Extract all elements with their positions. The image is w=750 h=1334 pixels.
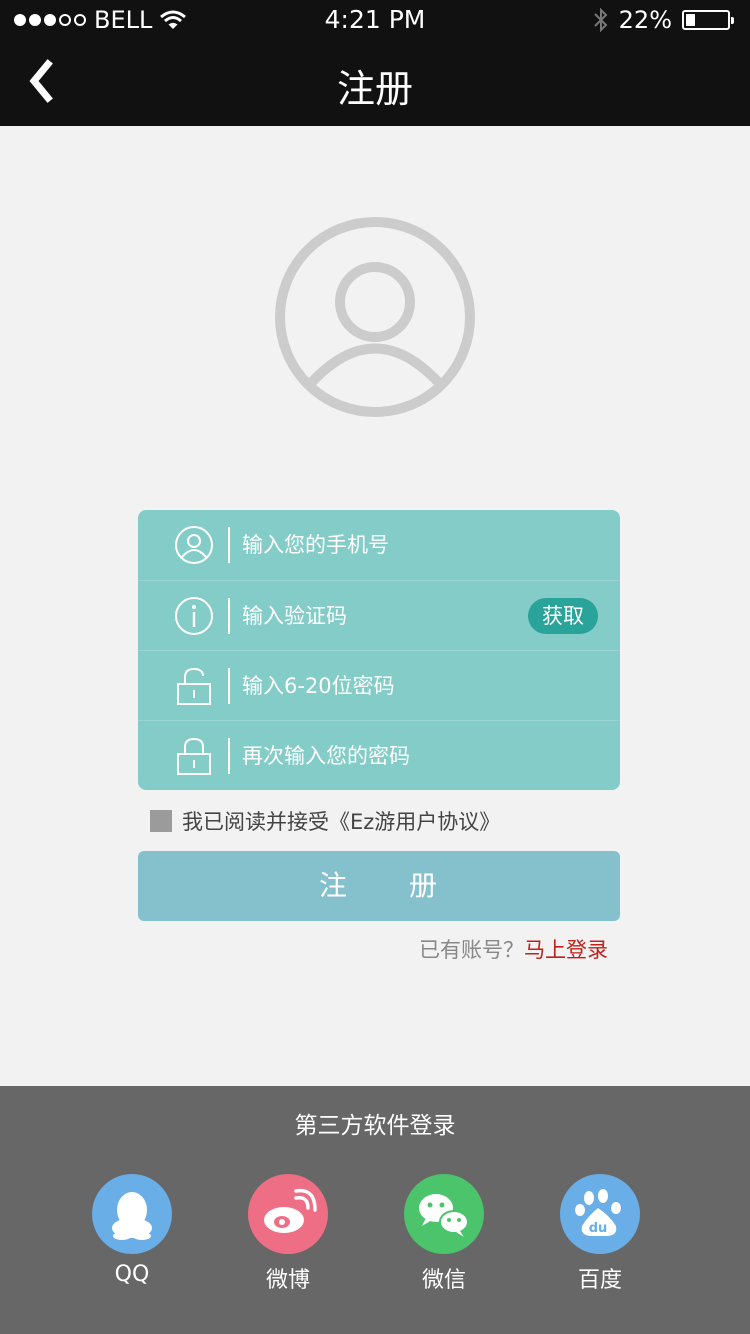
verification-code-input[interactable] [242,599,492,633]
weibo-label: 微博 [265,1268,310,1293]
phone-input[interactable] [242,528,522,562]
register-button[interactable]: 注 册 [138,851,620,921]
weibo-icon [248,1174,328,1254]
user-icon [175,526,213,564]
wechat-label: 微信 [421,1268,466,1293]
qq-login-button[interactable]: QQ [90,1174,174,1287]
agreement-text[interactable]: 我已阅读并接受《Ez游用户协议》 [182,806,500,836]
divider [228,668,230,704]
status-right: 22% [593,6,734,34]
divider [228,598,230,634]
page-title: 注册 [336,67,413,111]
password-input[interactable] [242,669,522,703]
user-avatar-icon[interactable] [274,216,476,418]
wechat-icon [404,1174,484,1254]
battery-percent: 22% [618,6,672,34]
confirm-password-row [138,720,620,790]
qq-icon [92,1174,172,1254]
baidu-login-button[interactable]: du 百度 [558,1174,642,1294]
third-party-login-panel: 第三方软件登录 QQ 微博 微信 du 百度 [0,1086,750,1334]
wechat-login-button[interactable]: 微信 [402,1174,486,1294]
bluetooth-icon [593,7,608,33]
unlock-icon [177,667,211,705]
navigation-bar: 注册 [0,40,750,126]
baidu-label: 百度 [577,1268,622,1293]
login-link[interactable]: 马上登录 [524,938,608,962]
agreement-row: 我已阅读并接受《Ez游用户协议》 [150,806,500,836]
password-row [138,650,620,720]
info-icon [175,597,213,635]
login-row: 已有账号？马上登录 [419,934,608,964]
battery-icon [682,10,734,30]
svg-text:du: du [589,1221,608,1236]
divider [228,527,230,563]
lock-icon [177,737,211,775]
login-question: 已有账号？ [419,938,524,962]
third-party-title: 第三方软件登录 [294,1113,456,1139]
baidu-icon: du [560,1174,640,1254]
get-code-button[interactable]: 获取 [528,598,598,634]
divider [228,738,230,774]
phone-row [138,510,620,580]
confirm-password-input[interactable] [242,739,522,773]
battery-level [686,14,695,26]
status-bar: BELL 4:21 PM 22% [0,0,750,40]
agreement-checkbox[interactable] [150,810,172,832]
qq-label: QQ [114,1262,150,1287]
weibo-login-button[interactable]: 微博 [246,1174,330,1294]
code-row: 获取 [138,580,620,650]
register-form: 获取 [138,510,620,790]
